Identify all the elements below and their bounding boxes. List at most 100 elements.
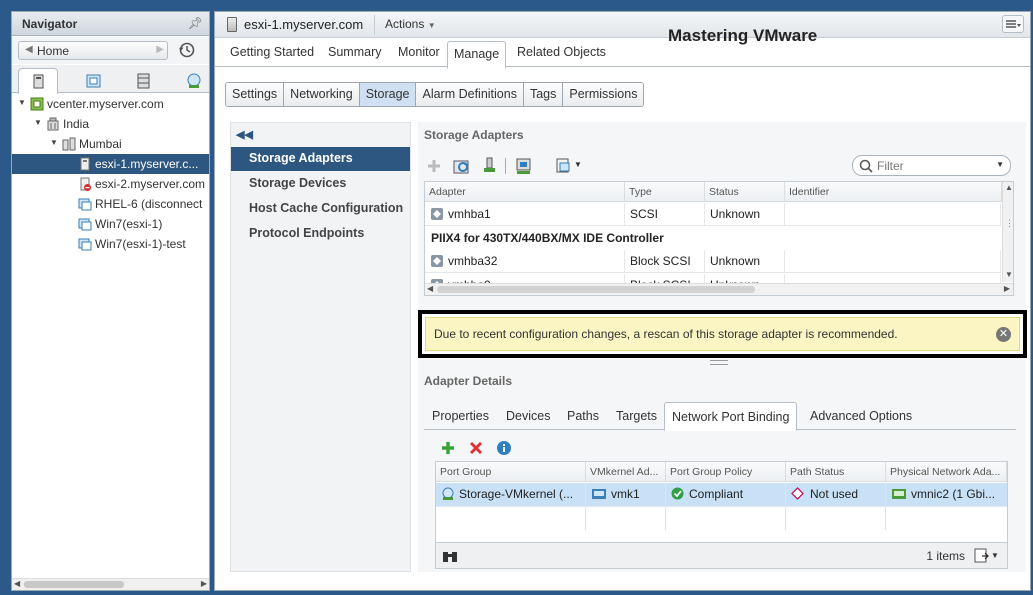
back-icon[interactable]: ◀ <box>25 44 33 55</box>
subtab-permissions[interactable]: Permissions <box>563 83 644 106</box>
scroll-left-icon[interactable]: ◀ <box>427 284 433 293</box>
rescan-icon[interactable] <box>452 156 472 176</box>
adapter-cell: vmhba1 <box>425 203 625 226</box>
filter-dropdown-icon[interactable]: ▼ <box>996 160 1004 169</box>
history-icon[interactable] <box>178 41 196 59</box>
adapters-vertical-scrollbar[interactable]: ▲ ⋮ ▼ <box>1002 182 1013 282</box>
tab-manage[interactable]: Manage <box>447 41 507 69</box>
networking-view-tab[interactable] <box>173 68 213 93</box>
subtab-settings[interactable]: Settings <box>226 83 285 106</box>
scroll-grip-icon[interactable]: ⋮ <box>1005 218 1013 229</box>
object-header: esxi-1.myserver.com Actions ▼ <box>215 12 1030 38</box>
tree-item[interactable]: RHEL-6 (disconnect <box>12 194 209 214</box>
storage-content: Storage Adapters ▼ ▼ Adapter Type Status… <box>418 122 1027 572</box>
navigator-horizontal-scrollbar[interactable]: ◀ ▶ <box>12 578 209 590</box>
toolbar-separator <box>505 158 506 174</box>
tree-item-label: vcenter.myserver.com <box>47 97 164 111</box>
subtab-storage[interactable]: Storage <box>359 83 417 106</box>
tab-network-port-binding[interactable]: Network Port Binding <box>664 402 798 431</box>
tab-related-objects[interactable]: Related Objects <box>517 45 606 59</box>
nav-storage-devices[interactable]: Storage Devices <box>231 172 410 196</box>
nav-host-cache-configuration[interactable]: Host Cache Configuration <box>231 197 410 221</box>
panel-splitter[interactable] <box>710 360 728 365</box>
scroll-up-icon[interactable]: ▲ <box>1005 183 1013 192</box>
info-icon[interactable] <box>496 440 512 456</box>
subtab-tags[interactable]: Tags <box>523 83 564 106</box>
binoculars-icon[interactable] <box>442 549 458 563</box>
tree-item[interactable]: ▼ India <box>12 114 209 134</box>
table-row[interactable]: vmhba1 SCSI Unknown <box>425 203 1001 226</box>
scroll-left-icon[interactable]: ◀ <box>14 579 20 588</box>
identifier-cell <box>785 203 1001 226</box>
hosts-clusters-tab[interactable] <box>18 68 58 94</box>
subtab-networking[interactable]: Networking <box>284 83 360 106</box>
scroll-right-icon[interactable]: ▶ <box>201 579 207 588</box>
adapters-horizontal-scrollbar[interactable]: ◀ ▶ <box>425 283 1013 295</box>
scroll-thumb[interactable] <box>24 581 124 588</box>
tab-paths[interactable]: Paths <box>567 409 599 423</box>
column-header-port-group[interactable]: Port Group <box>436 462 586 482</box>
tree-item[interactable]: Win7(esxi-1)-test <box>12 234 209 254</box>
forward-icon[interactable]: ▶ <box>156 44 164 55</box>
menu-icon[interactable] <box>1002 15 1024 33</box>
tab-getting-started[interactable]: Getting Started <box>230 45 314 59</box>
column-header-vmkernel-adapter[interactable]: VMkernel Ad... <box>586 462 666 482</box>
expand-arrow-icon[interactable]: ▼ <box>50 138 58 147</box>
tab-properties[interactable]: Properties <box>432 409 489 423</box>
scroll-right-icon[interactable]: ▶ <box>1004 284 1010 293</box>
tree-item[interactable]: esxi-1.myserver.c... <box>12 154 209 174</box>
tab-advanced-options[interactable]: Advanced Options <box>810 409 912 423</box>
remove-icon[interactable] <box>468 440 484 456</box>
add-icon[interactable] <box>440 440 456 456</box>
column-header-path-status[interactable]: Path Status <box>786 462 886 482</box>
nav-protocol-endpoints[interactable]: Protocol Endpoints <box>231 222 410 246</box>
tree-item-label: esxi-2.myserver.com <box>95 177 206 191</box>
tab-devices[interactable]: Devices <box>506 409 550 423</box>
tree-item[interactable]: ▼ vcenter.myserver.com <box>12 94 209 114</box>
expand-arrow-icon[interactable]: ▼ <box>18 98 26 107</box>
vms-templates-tab[interactable] <box>73 68 113 93</box>
column-header-type[interactable]: Type <box>625 182 705 202</box>
tree-item[interactable]: ▼ Mumbai <box>12 134 209 154</box>
rescan-adapter-icon[interactable] <box>480 156 500 176</box>
column-header-port-group-policy[interactable]: Port Group Policy <box>666 462 786 482</box>
tree-item-label: esxi-1.myserver.c... <box>95 157 199 171</box>
tab-summary[interactable]: Summary <box>328 45 381 59</box>
add-icon[interactable] <box>424 156 444 176</box>
tab-targets[interactable]: Targets <box>616 409 657 423</box>
subtab-alarm-definitions[interactable]: Alarm Definitions <box>416 83 524 106</box>
more-actions-menu[interactable]: ▼ <box>554 156 584 176</box>
rescan-notice: Due to recent configuration changes, a r… <box>425 317 1020 351</box>
column-header-identifier[interactable]: Identifier <box>785 182 1002 202</box>
storage-sub-nav: ◀◀ Storage Adapters Storage Devices Host… <box>230 122 411 572</box>
rescan-notice-highlight: Due to recent configuration changes, a r… <box>418 310 1027 358</box>
tree-item-label: Mumbai <box>79 137 122 151</box>
scroll-thumb[interactable] <box>437 286 755 293</box>
navigator-view-tabs <box>12 65 209 94</box>
table-row[interactable]: Storage-VMkernel (... vmk1 Compliant Not… <box>436 483 1007 506</box>
filter-input[interactable] <box>875 158 990 173</box>
column-header-status[interactable]: Status <box>705 182 785 202</box>
tree-item[interactable]: esxi-2.myserver.com <box>12 174 209 194</box>
column-header-physical-network-adapter[interactable]: Physical Network Ada... <box>886 462 1007 482</box>
nav-storage-adapters[interactable]: Storage Adapters <box>231 147 410 171</box>
export-menu[interactable]: ▼ <box>973 548 1001 564</box>
pin-icon[interactable]: 📌︎ <box>188 16 203 30</box>
table-row[interactable]: vmhba32 Block SCSI Unknown <box>425 250 1001 273</box>
empty-cell <box>586 507 666 530</box>
refresh-storage-icon[interactable] <box>514 156 534 176</box>
vcenter-icon <box>30 97 44 111</box>
column-header-adapter[interactable]: Adapter <box>425 182 625 202</box>
actions-menu-button[interactable]: Actions ▼ <box>385 17 436 31</box>
collapse-icon[interactable]: ◀◀ <box>236 128 253 141</box>
scroll-down-icon[interactable]: ▼ <box>1005 270 1013 279</box>
filter-box[interactable]: ▼ <box>852 155 1011 176</box>
expand-arrow-icon[interactable]: ▼ <box>34 118 42 127</box>
tab-monitor[interactable]: Monitor <box>398 45 440 59</box>
close-icon[interactable]: ✕ <box>996 327 1011 342</box>
storage-view-tab[interactable] <box>123 68 163 93</box>
type-cell: SCSI <box>625 203 705 226</box>
adapter-details-tabs: Properties Devices Paths Targets Network… <box>424 402 1016 431</box>
home-button[interactable]: ◀ Home ▶ <box>18 41 168 60</box>
tree-item[interactable]: Win7(esxi-1) <box>12 214 209 234</box>
